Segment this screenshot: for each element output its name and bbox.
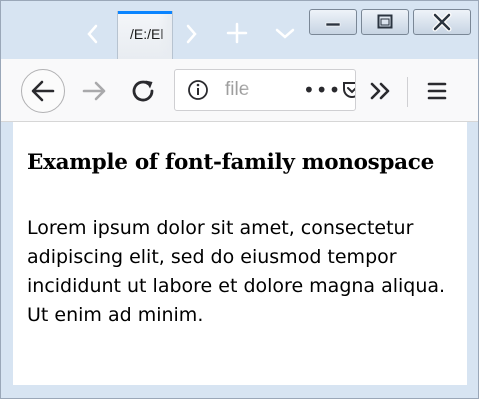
window-controls: [309, 9, 473, 37]
minimize-icon: [325, 22, 341, 27]
arrow-left-icon: [31, 80, 55, 102]
page-content: Example of font-family monospace Lorem i…: [13, 122, 467, 385]
forward-button[interactable]: [79, 75, 111, 107]
close-icon: [432, 12, 452, 32]
title-bar: /E:/El: [1, 1, 478, 59]
browser-window: /E:/El file ••• Example of font-family m…: [0, 0, 479, 399]
maximize-icon: [377, 14, 393, 29]
chevron-right-icon[interactable]: [181, 21, 201, 47]
plus-icon[interactable]: [223, 19, 251, 47]
url-fade: [241, 70, 281, 110]
page-heading: Example of font-family monospace: [27, 150, 434, 175]
arrow-right-icon: [82, 81, 106, 101]
window-bottom-border: [1, 385, 478, 398]
page-actions-button[interactable]: •••: [303, 76, 340, 104]
tab-title-fade: [158, 14, 172, 59]
address-bar[interactable]: file •••: [174, 69, 356, 111]
minimize-button[interactable]: [309, 9, 357, 35]
reload-button[interactable]: [127, 75, 159, 107]
hamburger-icon[interactable]: [421, 75, 453, 107]
chevron-left-icon[interactable]: [83, 21, 103, 47]
page-paragraph: Lorem ipsum dolor sit amet, consectetur …: [27, 217, 446, 326]
toolbar-separator: [407, 77, 408, 107]
maximize-button[interactable]: [361, 9, 409, 35]
pocket-icon[interactable]: [341, 79, 355, 101]
double-chevron-icon[interactable]: [365, 75, 397, 107]
back-button[interactable]: [21, 69, 65, 113]
tab-active[interactable]: /E:/El: [117, 11, 173, 59]
info-icon[interactable]: [187, 79, 209, 101]
chevron-down-icon[interactable]: [271, 19, 299, 47]
reload-icon: [132, 80, 154, 102]
close-button[interactable]: [413, 9, 471, 35]
navigation-toolbar: file •••: [1, 59, 478, 122]
